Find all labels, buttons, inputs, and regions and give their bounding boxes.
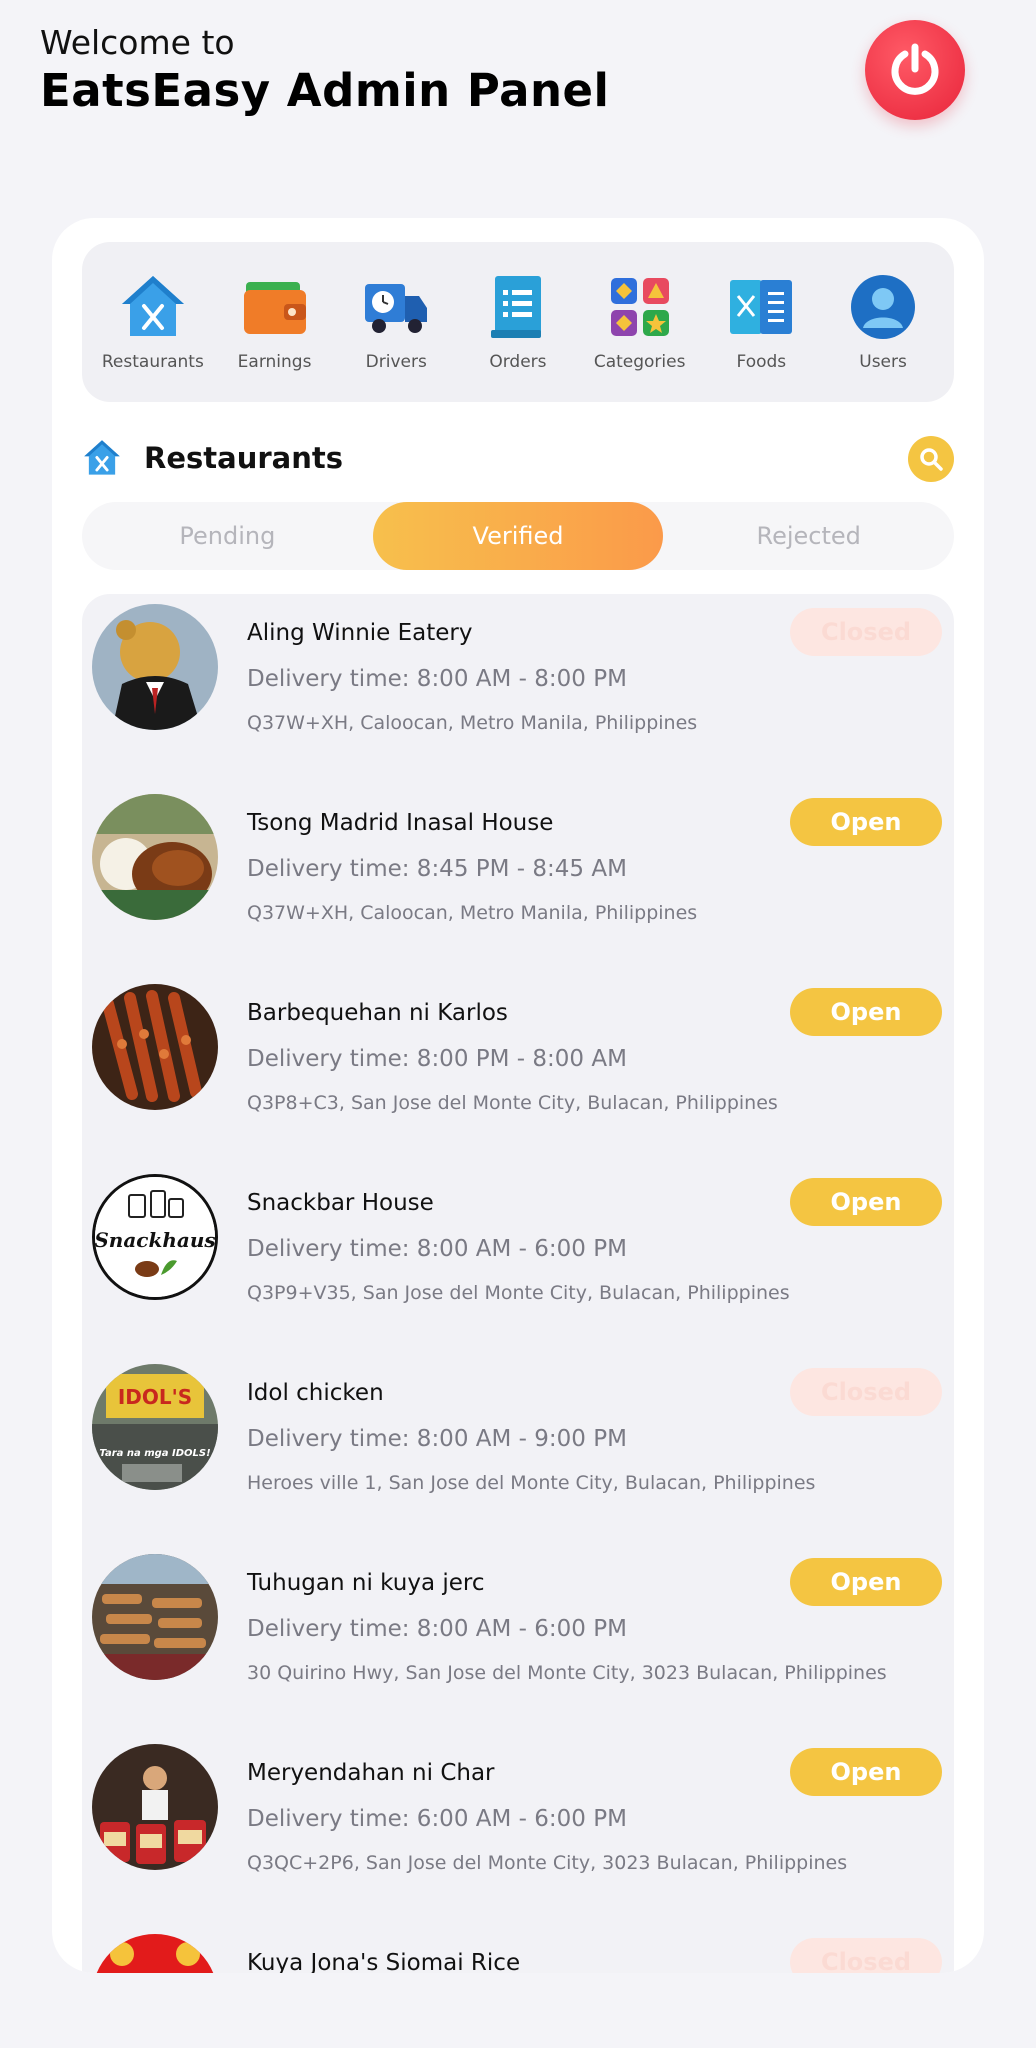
- idol-caption-text: Tara na mga IDOLS!: [99, 1448, 210, 1459]
- list-item[interactable]: Tuhugan ni kuya jerc Delivery time: 8:00…: [82, 1544, 954, 1734]
- category-nav: Restaurants Earnings Drivers Orders Cate…: [82, 242, 954, 402]
- section-header: Restaurants: [82, 418, 954, 498]
- restaurant-name: Meryendahan ni Char: [247, 1760, 495, 1786]
- status-badge[interactable]: Open: [790, 798, 942, 846]
- restaurant-name: Barbequehan ni Karlos: [247, 1000, 508, 1026]
- list-item[interactable]: IDOL'S Tara na mga IDOLS! Idol chicken D…: [82, 1354, 954, 1544]
- delivery-time: Delivery time: 8:00 AM - 6:00 PM: [247, 1236, 627, 1262]
- delivery-time: Delivery time: 8:45 PM - 8:45 AM: [247, 856, 627, 882]
- restaurant-address: Heroes ville 1, San Jose del Monte City,…: [247, 1472, 816, 1494]
- nav-item-earnings[interactable]: Earnings: [220, 272, 330, 372]
- restaurant-name: Snackbar House: [247, 1190, 434, 1216]
- status-badge[interactable]: Closed: [790, 1938, 942, 1973]
- user-icon: [851, 275, 916, 339]
- nav-label: Earnings: [237, 352, 312, 372]
- page-header: Welcome to EatsEasy Admin Panel: [40, 22, 609, 118]
- restaurant-name: Tsong Madrid Inasal House: [247, 810, 554, 836]
- nav-item-restaurants[interactable]: Restaurants: [98, 272, 208, 372]
- restaurant-icon: [84, 440, 120, 475]
- delivery-time: Delivery time: 8:00 AM - 6:00 PM: [247, 1616, 627, 1642]
- nav-label: Restaurants: [101, 352, 204, 372]
- orders-list-icon: [490, 276, 541, 338]
- restaurant-name: Tuhugan ni kuya jerc: [247, 1570, 485, 1596]
- restaurant-thumbnail: [92, 604, 218, 730]
- nav-label: Categories: [593, 352, 686, 372]
- restaurant-list: Aling Winnie Eatery Delivery time: 8:00 …: [82, 594, 954, 1973]
- restaurant-thumbnail: [92, 1934, 218, 1973]
- restaurant-thumbnail: [92, 794, 218, 920]
- delivery-time: Delivery time: 8:00 PM - 8:00 AM: [247, 1046, 627, 1072]
- restaurant-address: 30 Quirino Hwy, San Jose del Monte City,…: [247, 1662, 887, 1684]
- nav-label: Foods: [736, 352, 787, 372]
- nav-label: Orders: [489, 352, 547, 372]
- main-card: Restaurants Earnings Drivers Orders Cate…: [52, 218, 984, 1973]
- status-badge[interactable]: Closed: [790, 1368, 942, 1416]
- delivery-time: Delivery time: 8:00 AM - 9:00 PM: [247, 1426, 627, 1452]
- nav-label: Drivers: [365, 352, 427, 372]
- restaurant-address: Q3P9+V35, San Jose del Monte City, Bulac…: [247, 1282, 790, 1304]
- restaurant-address: Q3P8+C3, San Jose del Monte City, Bulaca…: [247, 1092, 778, 1114]
- restaurant-icon: [121, 276, 184, 336]
- status-badge[interactable]: Open: [790, 1178, 942, 1226]
- restaurant-name: Idol chicken: [247, 1380, 384, 1406]
- search-button[interactable]: [908, 436, 954, 482]
- restaurant-thumbnail: [92, 1744, 218, 1870]
- snackhaus-logo-text: Snackhaus: [95, 1228, 215, 1252]
- restaurant-thumbnail: [92, 1554, 218, 1680]
- restaurant-address: Q37W+XH, Caloocan, Metro Manila, Philipp…: [247, 712, 698, 734]
- restaurant-thumbnail: Snackhaus: [92, 1174, 218, 1300]
- list-item[interactable]: Tsong Madrid Inasal House Delivery time:…: [82, 784, 954, 974]
- restaurant-address: Q37W+XH, Caloocan, Metro Manila, Philipp…: [247, 902, 698, 924]
- categories-icon: [610, 278, 669, 336]
- nav-item-users[interactable]: Users: [828, 272, 938, 372]
- list-item[interactable]: Barbequehan ni Karlos Delivery time: 8:0…: [82, 974, 954, 1164]
- list-item[interactable]: Kuya Jona's Siomai Rice Closed: [82, 1924, 954, 1973]
- nav-item-categories[interactable]: Categories: [585, 272, 695, 372]
- search-icon: [920, 448, 943, 471]
- nav-item-drivers[interactable]: Drivers: [341, 272, 451, 372]
- tab-rejected[interactable]: Rejected: [663, 502, 954, 570]
- list-item[interactable]: Aling Winnie Eatery Delivery time: 8:00 …: [82, 594, 954, 784]
- status-badge[interactable]: Open: [790, 1748, 942, 1796]
- foods-icon: [730, 280, 793, 334]
- status-badge[interactable]: Closed: [790, 608, 942, 656]
- restaurant-thumbnail: [92, 984, 218, 1110]
- idol-sign-text: IDOL'S: [118, 1385, 192, 1409]
- tab-verified[interactable]: Verified: [372, 502, 664, 570]
- nav-item-orders[interactable]: Orders: [463, 272, 573, 372]
- status-tabs: Pending Verified Rejected: [82, 502, 954, 570]
- status-badge[interactable]: Open: [790, 988, 942, 1036]
- welcome-text: Welcome to: [40, 23, 235, 62]
- page-title: EatsEasy Admin Panel: [40, 64, 610, 117]
- nav-label: Users: [859, 352, 907, 372]
- truck-icon: [365, 284, 428, 333]
- power-icon: [891, 43, 939, 95]
- nav-item-foods[interactable]: Foods: [706, 272, 816, 372]
- logout-button[interactable]: [865, 20, 965, 120]
- tab-pending[interactable]: Pending: [82, 502, 373, 570]
- status-badge[interactable]: Open: [790, 1558, 942, 1606]
- delivery-time: Delivery time: 6:00 AM - 6:00 PM: [247, 1806, 627, 1832]
- section-title: Restaurants: [144, 441, 343, 475]
- list-item[interactable]: Meryendahan ni Char Delivery time: 6:00 …: [82, 1734, 954, 1924]
- restaurant-address: Q3QC+2P6, San Jose del Monte City, 3023 …: [247, 1852, 848, 1874]
- delivery-time: Delivery time: 8:00 AM - 8:00 PM: [247, 666, 627, 692]
- list-item[interactable]: Snackhaus Snackbar House Delivery time: …: [82, 1164, 954, 1354]
- wallet-icon: [243, 282, 306, 334]
- restaurant-thumbnail: IDOL'S Tara na mga IDOLS!: [92, 1364, 218, 1490]
- restaurant-name: Aling Winnie Eatery: [247, 620, 473, 646]
- restaurant-name: Kuya Jona's Siomai Rice: [247, 1950, 521, 1973]
